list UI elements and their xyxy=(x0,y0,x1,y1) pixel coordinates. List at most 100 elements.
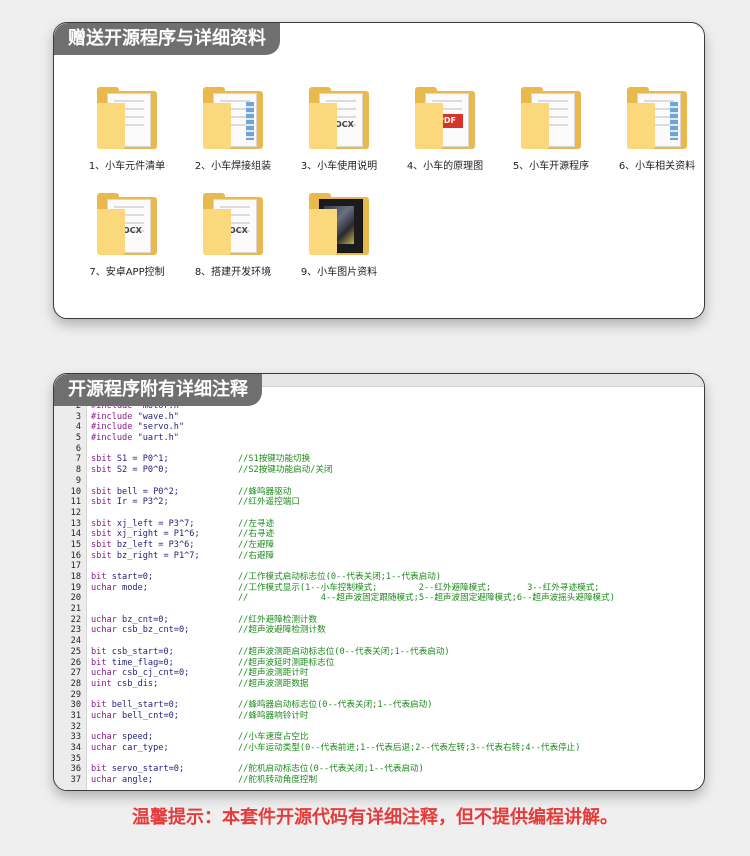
line-number: 21 xyxy=(70,604,81,615)
code-text: sbit bell = P0^2; xyxy=(91,486,179,497)
code-editor: main 2#include "motor.h"3#include "wave.… xyxy=(54,374,704,790)
code-text: #include "wave.h" xyxy=(91,411,179,422)
line-number: 14 xyxy=(70,529,81,540)
code-text: sbit S1 = P0^1; xyxy=(91,454,169,465)
file-label: 2、小车焊接组装 xyxy=(194,161,272,172)
code-comment: //S2按键功能启动/关闭 xyxy=(238,465,333,476)
notice-text: 温馨提示：本套件开源代码有详细注释，但不提供编程讲解。 xyxy=(132,807,618,828)
file-item[interactable]: 6、小车相关资料 xyxy=(604,87,704,172)
file-item[interactable]: DOCX 3、小车使用说明 xyxy=(286,87,392,172)
file-item[interactable]: PDF 4、小车的原理图 xyxy=(392,87,498,172)
line-number: 15 xyxy=(70,539,81,550)
code-comment: //工作模式启动标志位(0--代表关闭;1--代表启动) xyxy=(238,572,442,582)
code-text: sbit bz_right = P1^7; xyxy=(91,550,200,561)
line-number: 37 xyxy=(70,775,81,786)
folder-photo-icon xyxy=(309,193,369,255)
folder-document-icon xyxy=(203,87,263,149)
folder-document-icon xyxy=(521,87,581,149)
code-comment: //蜂鸣器驱动 xyxy=(238,486,292,497)
code-text: #include "uart.h" xyxy=(91,433,179,444)
code-comment: //右避障 xyxy=(238,550,275,561)
line-number: 30 xyxy=(70,700,81,711)
line-number: 8 xyxy=(75,465,81,476)
code-panel-title: 开源程序附有详细注释 xyxy=(54,374,262,406)
file-label: 3、小车使用说明 xyxy=(300,161,378,172)
line-number: 3 xyxy=(75,411,81,422)
line-number: 9 xyxy=(75,475,81,486)
file-label: 5、小车开源程序 xyxy=(512,161,590,172)
line-number: 25 xyxy=(70,646,81,657)
line-number: 10 xyxy=(70,486,81,497)
line-number: 7 xyxy=(75,454,81,465)
code-text: sbit S2 = P0^0; xyxy=(91,465,169,476)
code-comment: //超声波测距启动标志位(0--代表关闭;1--代表启动) xyxy=(238,646,450,657)
line-number: 28 xyxy=(70,678,81,689)
line-number: 16 xyxy=(70,550,81,561)
files-panel-title: 赠送开源程序与详细资料 xyxy=(54,23,280,55)
code-text: uchar mode; xyxy=(91,582,148,593)
code-text: uchar csb_cj_cnt=0; xyxy=(91,668,190,679)
line-number: 17 xyxy=(70,561,81,572)
code-comment: //工作模式显示(1--小车控制模式; 2--红外避障模式; 3--红外寻迹模式… xyxy=(238,582,600,593)
code-text: uchar speed; xyxy=(91,732,154,743)
line-number: 36 xyxy=(70,764,81,775)
folder-pdf-icon: PDF xyxy=(415,87,475,149)
folder-document-icon xyxy=(627,87,687,149)
file-label: 9、小车图片资料 xyxy=(300,267,378,278)
files-panel: 赠送开源程序与详细资料 1、小车元件清单 2、小车焊接组装 DOCX 3、小车使用说明… xyxy=(53,22,705,319)
line-number: 22 xyxy=(70,614,81,625)
file-item[interactable]: 2、小车焊接组装 xyxy=(180,87,286,172)
line-number: 19 xyxy=(70,582,81,593)
code-comment: //舵机转动角度控制 xyxy=(238,775,318,786)
line-number: 32 xyxy=(70,721,81,732)
file-label: 4、小车的原理图 xyxy=(406,161,484,172)
code-text: #include "servo.h" xyxy=(91,422,185,433)
file-item[interactable]: DOCX 7、安卓APP控制 xyxy=(74,193,180,278)
code-comment: //舵机启动标志位(0--代表关闭;1--代表启动) xyxy=(238,764,424,775)
code-text: uchar bz_cnt=0; xyxy=(91,614,169,625)
code-comment: //红外避障检测计数 xyxy=(238,614,318,625)
code-comment: //超声波延时测距标志位 xyxy=(238,657,335,668)
line-number: 27 xyxy=(70,668,81,679)
file-item[interactable]: 1、小车元件清单 xyxy=(74,87,180,172)
line-number: 23 xyxy=(70,625,81,636)
code-comment: //小车速度占空比 xyxy=(238,732,309,743)
code-text: bit time_flag=0; xyxy=(91,657,174,668)
code-text: sbit xj_right = P1^6; xyxy=(91,529,200,540)
line-number: 24 xyxy=(70,636,81,647)
code-comment: //左寻迹 xyxy=(238,518,275,529)
file-label: 8、搭建开发环境 xyxy=(194,267,272,278)
code-text: uchar csb_bz_cnt=0; xyxy=(91,625,190,636)
code-text: uint csb_dis; xyxy=(91,678,159,689)
file-item[interactable]: 5、小车开源程序 xyxy=(498,87,604,172)
code-text: bit servo_start=0; xyxy=(91,764,185,775)
line-number: 20 xyxy=(70,593,81,604)
file-label: 1、小车元件清单 xyxy=(88,161,166,172)
line-number: 6 xyxy=(75,443,81,454)
code-comment: //蜂鸣器响铃计时 xyxy=(238,710,309,721)
file-item[interactable]: 9、小车图片资料 xyxy=(286,193,392,278)
code-text: sbit xj_left = P3^7; xyxy=(91,518,195,529)
code-comment: //小车运动类型(0--代表前进;1--代表后退;2--代表左转;3--代表右转… xyxy=(238,743,581,753)
folder-docx-icon: DOCX xyxy=(309,87,369,149)
folder-docx-icon: DOCX xyxy=(203,193,263,255)
code-comment: //左避障 xyxy=(238,539,275,550)
code-comment: //右寻迹 xyxy=(238,529,275,540)
code-comment: //超声波测距计时 xyxy=(238,668,309,679)
code-panel: main 2#include "motor.h"3#include "wave.… xyxy=(53,373,705,791)
file-item[interactable]: DOCX 8、搭建开发环境 xyxy=(180,193,286,278)
line-number: 5 xyxy=(75,433,81,444)
line-number: 26 xyxy=(70,657,81,668)
line-number: 33 xyxy=(70,732,81,743)
code-comment: //蜂鸣器启动标志位(0--代表关闭;1--代表启动) xyxy=(238,700,433,711)
line-number: 11 xyxy=(70,497,81,508)
code-comment: //S1按键功能切换 xyxy=(238,454,311,465)
code-comment: //超声波避障检测计数 xyxy=(238,625,326,636)
file-label: 7、安卓APP控制 xyxy=(89,267,165,278)
line-number: 13 xyxy=(70,518,81,529)
line-number: 35 xyxy=(70,753,81,764)
code-text: bit csb_start=0; xyxy=(91,646,174,657)
line-number: 4 xyxy=(75,422,81,433)
file-label: 6、小车相关资料 xyxy=(618,161,696,172)
code-text: sbit bz_left = P3^6; xyxy=(91,539,195,550)
